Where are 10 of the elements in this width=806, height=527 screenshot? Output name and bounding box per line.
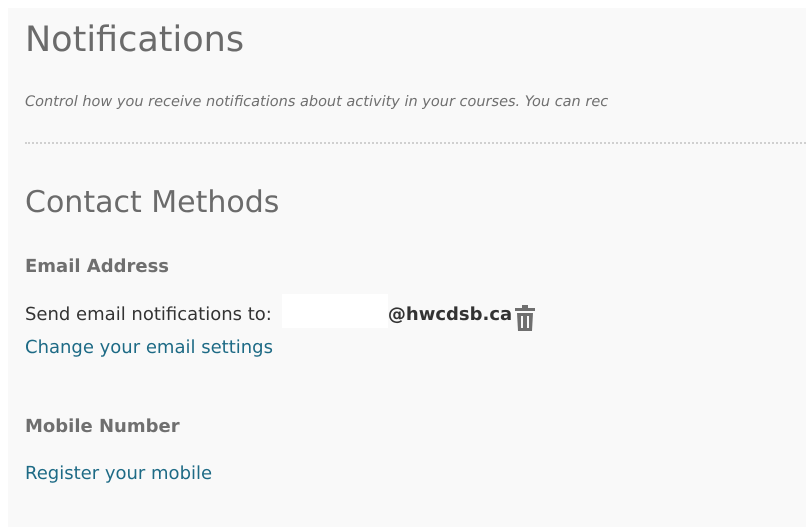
email-domain: @hwcdsb.ca bbox=[388, 302, 512, 327]
field-label: Email Address bbox=[25, 254, 170, 279]
delete-icon[interactable] bbox=[514, 304, 536, 332]
page-description: Control how you receive notifications about activity in your courses. You can rec bbox=[25, 93, 608, 112]
register-mobile-link[interactable]: Register your mobile bbox=[25, 460, 212, 487]
change-email-link[interactable]: Change your email settings bbox=[25, 334, 273, 361]
page-title: Notifications bbox=[25, 19, 244, 62]
email-prefix: Send email notifications to: bbox=[25, 302, 272, 327]
section-heading: Contact Methods bbox=[25, 184, 280, 222]
field-label: Mobile Number bbox=[25, 414, 180, 439]
